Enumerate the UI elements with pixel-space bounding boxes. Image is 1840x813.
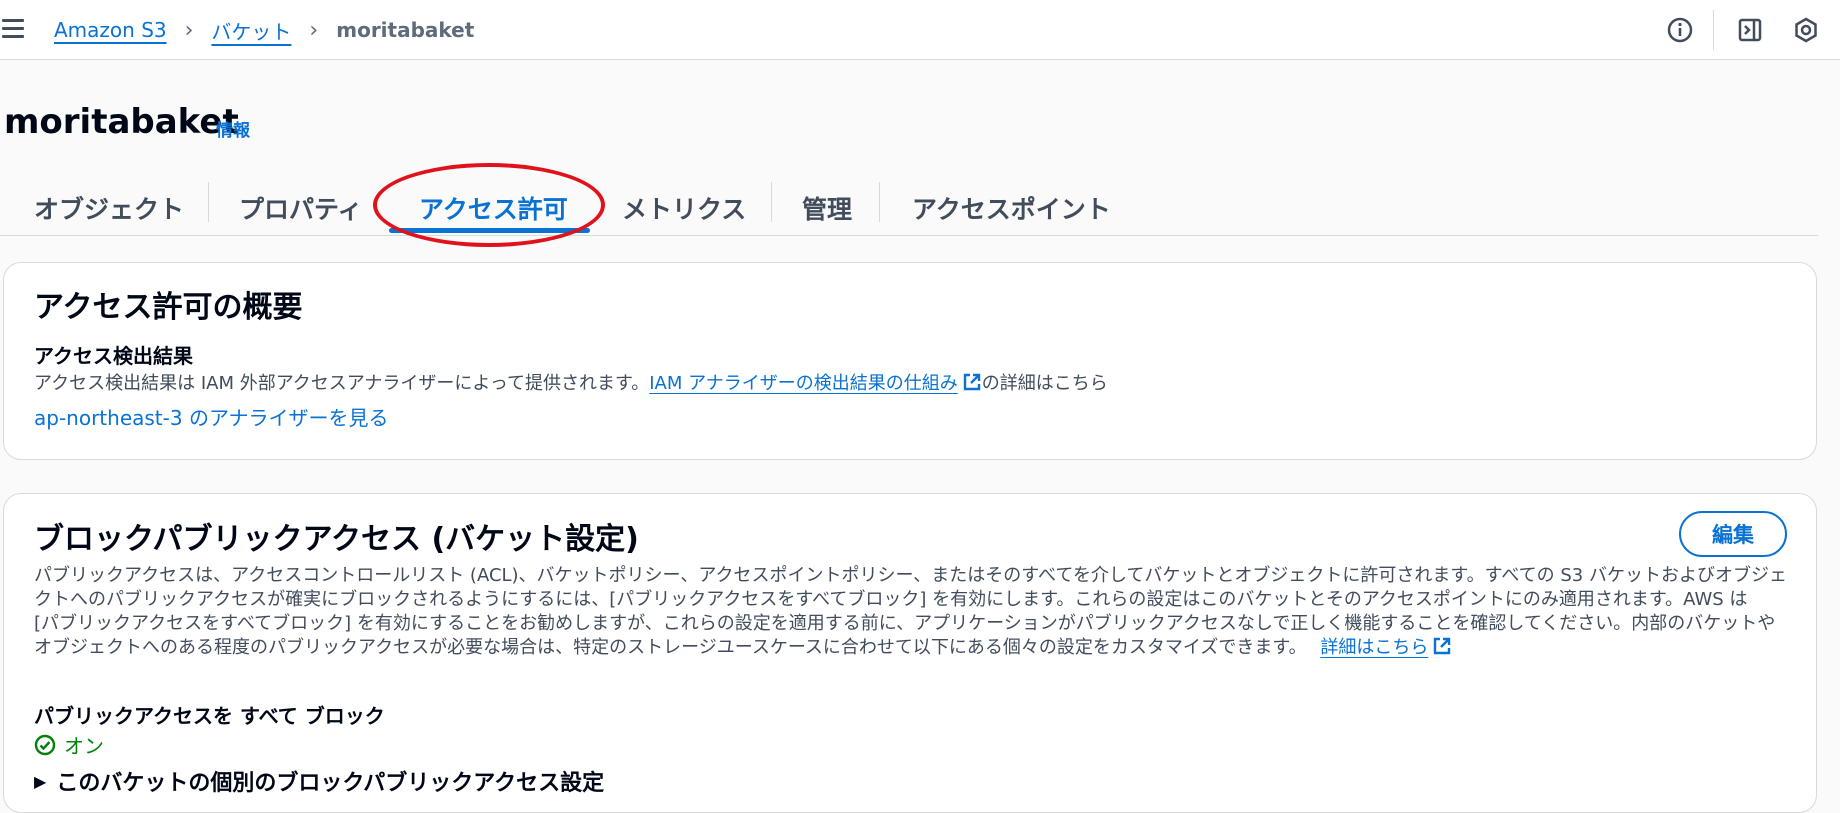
block-all-public-access-heading: パブリックアクセスを すべて ブロック [34, 704, 385, 728]
access-findings-heading: アクセス検出結果 [34, 344, 193, 368]
breadcrumb-amazon-s3[interactable]: Amazon S3 [54, 18, 167, 42]
access-findings-suffix: の詳細はこちら [981, 373, 1108, 394]
individual-settings-expander[interactable]: ▶ このバケットの個別のブロックパブリックアクセス設定 [34, 765, 604, 797]
iam-analyzer-docs-link[interactable]: IAM アナライザーの検出結果の仕組み [649, 373, 958, 394]
info-icon[interactable] [1665, 15, 1695, 45]
bpa-description-text: オブジェクトへのある程度のパブリックアクセスが必要な場合は、特定のストレージユー… [34, 637, 1307, 658]
bpa-description-line-4: オブジェクトへのある程度のパブリックアクセスが必要な場合は、特定のストレージユー… [34, 636, 1452, 660]
annotation-highlight-circle [373, 163, 605, 247]
external-link-icon [963, 373, 980, 391]
chevron-right-icon: › [309, 17, 319, 43]
info-link[interactable]: 情報 [216, 116, 250, 141]
block-public-access-title: ブロックパブリックアクセス (バケット設定) [34, 522, 639, 557]
tab-management[interactable]: 管理 [802, 180, 852, 236]
tab-properties[interactable]: プロパティ [239, 180, 363, 236]
top-navigation-bar: Amazon S3 › バケット › moritabaket [0, 0, 1840, 60]
edit-button[interactable]: 編集 [1679, 511, 1787, 557]
tab-divider [879, 182, 880, 222]
individual-settings-label: このバケットの個別のブロックパブリックアクセス設定 [56, 771, 605, 796]
access-findings-text: アクセス検出結果は IAM 外部アクセスアナライザーによって提供されます。 [34, 373, 650, 394]
view-analyzer-link[interactable]: ap-northeast-3 のアナライザーを見る [34, 402, 389, 431]
bpa-description-line-2: クトへのパブリックアクセスが確実にブロックされるようにするには、[パブリックアク… [34, 589, 1748, 610]
tab-objects[interactable]: オブジェクト [34, 180, 184, 236]
panel-toggle-icon[interactable] [1735, 15, 1765, 45]
bpa-description-line-3: [パブリックアクセスをすべてブロック] を有効にすることをお勧めしますが、これら… [34, 613, 1776, 634]
learn-more-link[interactable]: 詳細はこちら [1320, 637, 1428, 658]
menu-icon[interactable] [2, 19, 24, 39]
block-all-status: オン [34, 730, 104, 759]
tab-access-points[interactable]: アクセスポイント [912, 180, 1111, 236]
access-findings-description: アクセス検出結果は IAM 外部アクセスアナライザーによって提供されます。IAM… [34, 372, 1108, 396]
breadcrumb-buckets[interactable]: バケット [211, 16, 291, 45]
permissions-overview-title: アクセス許可の概要 [34, 290, 303, 325]
page-title: moritabaket [4, 102, 239, 142]
bpa-description-line-1: パブリックアクセスは、アクセスコントロールリスト (ACL)、バケットポリシー、… [34, 565, 1787, 586]
settings-icon[interactable] [1791, 15, 1821, 45]
block-all-status-label: オン [64, 734, 104, 758]
breadcrumb: Amazon S3 › バケット › moritabaket [54, 15, 474, 45]
check-circle-icon [34, 734, 56, 755]
tab-bar: オブジェクト プロパティ アクセス許可 メトリクス 管理 アクセスポイント [0, 180, 1818, 236]
caret-right-icon: ▶ [34, 771, 47, 791]
external-link-icon [1434, 637, 1451, 655]
breadcrumb-current: moritabaket [336, 18, 475, 42]
tab-metrics[interactable]: メトリクス [622, 180, 746, 236]
tab-divider [208, 182, 209, 222]
chevron-right-icon: › [184, 17, 194, 43]
tab-divider [771, 182, 772, 222]
toolbar-divider [1713, 10, 1714, 50]
